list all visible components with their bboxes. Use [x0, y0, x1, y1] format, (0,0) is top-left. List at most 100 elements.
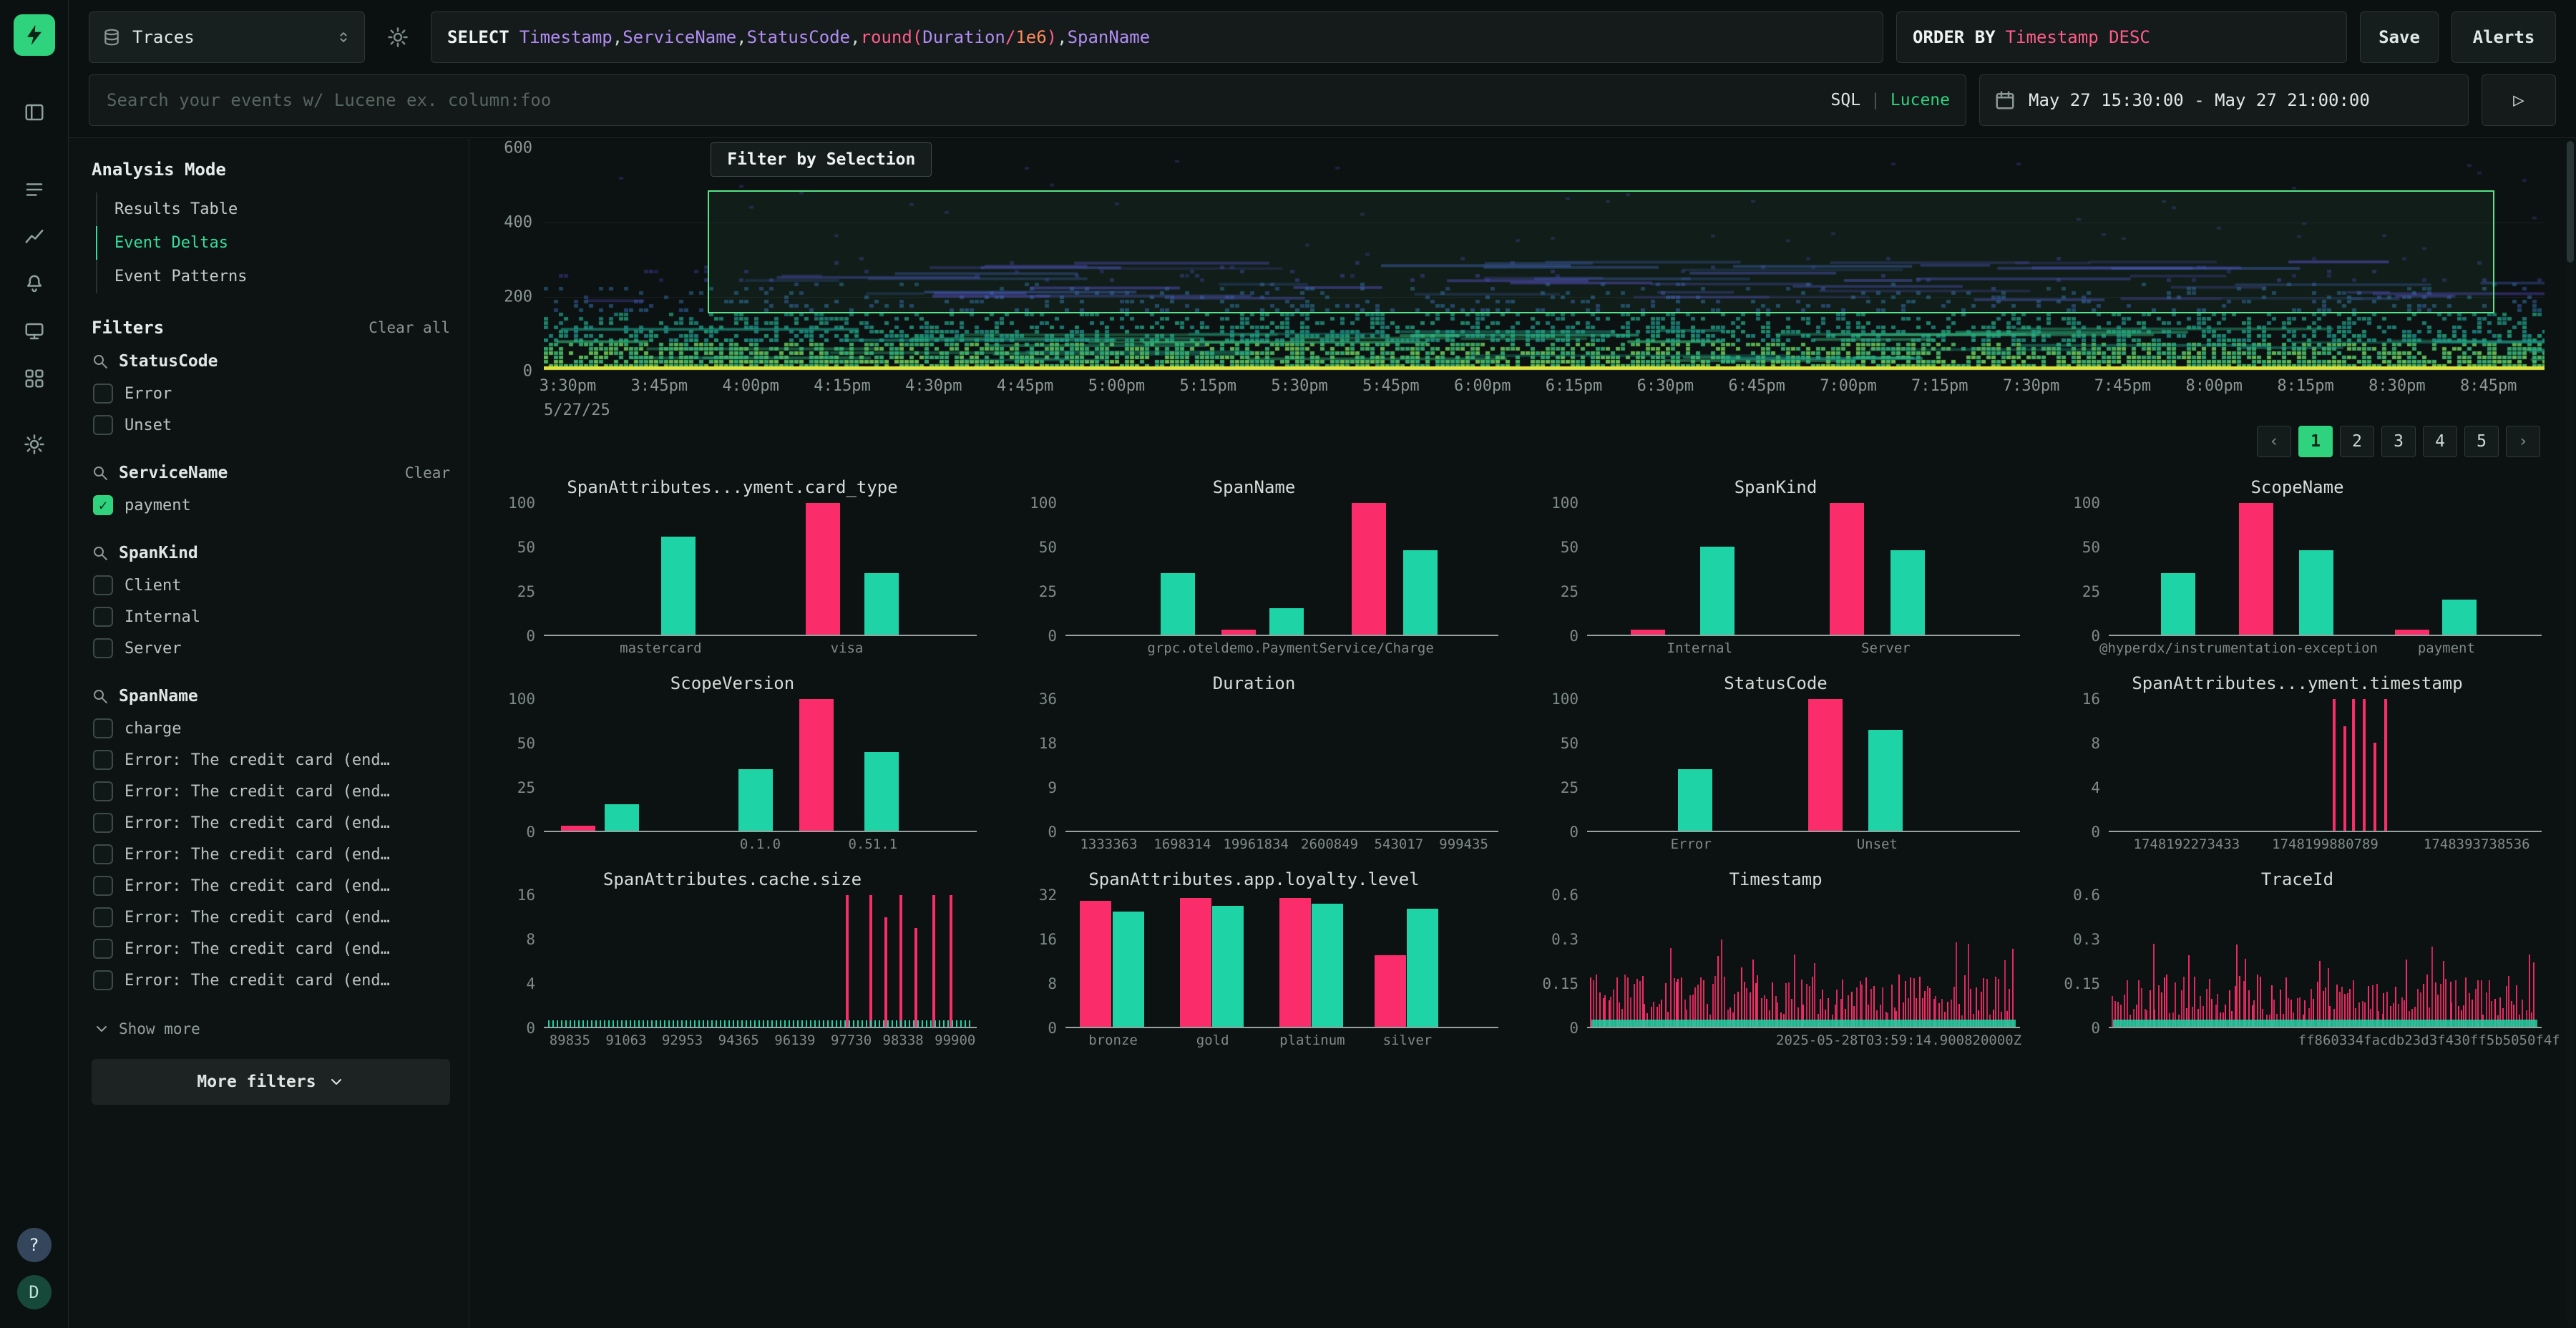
analysis-mode-item[interactable]: Event Deltas — [96, 226, 450, 260]
checkbox[interactable] — [93, 844, 113, 864]
bar[interactable] — [1312, 904, 1343, 1027]
checkbox[interactable]: ✓ — [93, 495, 113, 515]
language-sql[interactable]: SQL — [1831, 91, 1861, 109]
checkbox[interactable] — [93, 607, 113, 627]
checkbox[interactable] — [93, 876, 113, 896]
vertical-scrollbar[interactable] — [2566, 141, 2575, 1325]
spike-bar[interactable] — [2373, 743, 2376, 831]
spike-bar[interactable] — [2363, 699, 2366, 831]
chart-plot-area[interactable] — [1587, 895, 2020, 1028]
filter-option[interactable]: charge — [92, 713, 450, 744]
dashboard-icon[interactable] — [14, 361, 55, 396]
monitor-icon[interactable] — [14, 313, 55, 349]
bar[interactable] — [1403, 550, 1438, 635]
bar[interactable] — [1631, 630, 1665, 635]
chart-plot-area[interactable] — [1587, 503, 2020, 636]
filter-option[interactable]: Error — [92, 378, 450, 409]
analysis-mode-item[interactable]: Results Table — [97, 192, 450, 226]
panels-icon[interactable] — [14, 94, 55, 130]
filter-option[interactable]: Error: The credit card (end… — [92, 807, 450, 839]
run-query-button play-icon[interactable]: ▷ — [2482, 74, 2556, 126]
analysis-mode-item[interactable]: Event Patterns — [97, 260, 450, 293]
logs-icon[interactable] — [14, 172, 55, 208]
bar[interactable] — [2299, 550, 2333, 635]
bar[interactable] — [1808, 699, 1843, 831]
bar[interactable] — [1375, 955, 1406, 1027]
bar[interactable] — [1113, 912, 1144, 1027]
filter-option[interactable]: Unset — [92, 409, 450, 441]
bar[interactable] — [1678, 769, 1712, 831]
sql-select-input[interactable]: SELECTTimestamp,ServiceName,StatusCode,r… — [431, 11, 1883, 63]
bar[interactable] — [738, 769, 773, 831]
checkbox[interactable] — [93, 415, 113, 435]
order-by-input[interactable]: ORDER BY Timestamp DESC — [1896, 11, 2347, 63]
bell-icon[interactable] — [14, 266, 55, 302]
filter-by-selection-button[interactable]: Filter by Selection — [711, 142, 932, 177]
bar[interactable] — [864, 573, 899, 635]
bar[interactable] — [1407, 909, 1438, 1027]
help-button[interactable]: ? — [17, 1228, 52, 1262]
pagination-page-3[interactable]: 3 — [2381, 426, 2416, 457]
bar[interactable] — [799, 699, 834, 831]
checkbox[interactable] — [93, 718, 113, 738]
pagination-page-4[interactable]: 4 — [2423, 426, 2457, 457]
bar[interactable] — [2239, 503, 2273, 635]
spike-bar[interactable] — [2384, 699, 2387, 831]
checkbox[interactable] — [93, 970, 113, 990]
checkbox[interactable] — [93, 813, 113, 833]
filter-option[interactable]: ✓payment — [92, 489, 450, 521]
bar[interactable] — [1212, 906, 1244, 1027]
checkbox[interactable] — [93, 384, 113, 404]
spike-bar[interactable] — [884, 917, 887, 1027]
spike-bar[interactable] — [2333, 699, 2336, 831]
bar[interactable] — [1269, 608, 1304, 635]
spike-bar[interactable] — [846, 895, 849, 1027]
spike-bar[interactable] — [932, 895, 935, 1027]
filter-option[interactable]: Server — [92, 633, 450, 664]
bar[interactable] — [864, 752, 899, 831]
bar[interactable] — [1279, 898, 1311, 1027]
show-more-link[interactable]: Show more — [93, 1020, 450, 1038]
filter-option[interactable]: Error: The credit card (end… — [92, 744, 450, 776]
app-logo bolt-icon[interactable] — [14, 14, 55, 56]
bar[interactable] — [1890, 550, 1925, 635]
scrollbar-thumb[interactable] — [2567, 141, 2574, 263]
bar[interactable] — [1161, 573, 1195, 635]
bar[interactable] — [661, 537, 696, 635]
more-filters-button[interactable]: More filters — [92, 1059, 450, 1105]
filter-option[interactable]: Error: The credit card (end… — [92, 776, 450, 807]
clear-all-link[interactable]: Clear all — [369, 319, 450, 336]
checkbox[interactable] — [93, 750, 113, 770]
bar[interactable] — [1180, 898, 1211, 1027]
bar[interactable] — [1868, 730, 1903, 831]
bar[interactable] — [605, 804, 639, 831]
checkbox[interactable] — [93, 907, 113, 927]
chart-plot-area[interactable] — [1065, 503, 1498, 636]
pagination-page-1[interactable]: 1 — [2298, 426, 2333, 457]
bar[interactable] — [1700, 547, 1735, 635]
checkbox[interactable] — [93, 939, 113, 959]
search-input[interactable] — [105, 89, 1820, 111]
heatmap-plot-area[interactable]: Filter by Selection — [544, 148, 2545, 371]
bar[interactable] — [2161, 573, 2195, 635]
filter-group-clear-link[interactable]: Clear — [405, 464, 450, 482]
spike-bar[interactable] — [950, 895, 952, 1027]
pagination-next chevron-right-icon[interactable]: › — [2506, 426, 2540, 457]
avatar[interactable]: D — [17, 1275, 52, 1309]
spike-bar[interactable] — [914, 928, 917, 1027]
source-select[interactable]: Traces — [89, 11, 365, 63]
checkbox[interactable] — [93, 638, 113, 658]
save-button[interactable]: Save — [2360, 11, 2439, 63]
spike-bar[interactable] — [2352, 699, 2355, 831]
bar[interactable] — [1830, 503, 1864, 635]
source-settings-gear-icon[interactable] — [378, 11, 418, 63]
chart-plot-area[interactable] — [1065, 699, 1498, 832]
checkbox[interactable] — [93, 575, 113, 595]
chart-plot-area[interactable] — [2109, 699, 2542, 832]
filter-option[interactable]: Internal — [92, 601, 450, 633]
chart-plot-area[interactable] — [544, 699, 977, 832]
bar[interactable] — [1221, 630, 1256, 635]
spike-bar[interactable] — [2343, 726, 2346, 831]
chart-plot-area[interactable] — [544, 503, 977, 636]
date-range-picker[interactable]: May 27 15:30:00 - May 27 21:00:00 — [1979, 74, 2469, 126]
